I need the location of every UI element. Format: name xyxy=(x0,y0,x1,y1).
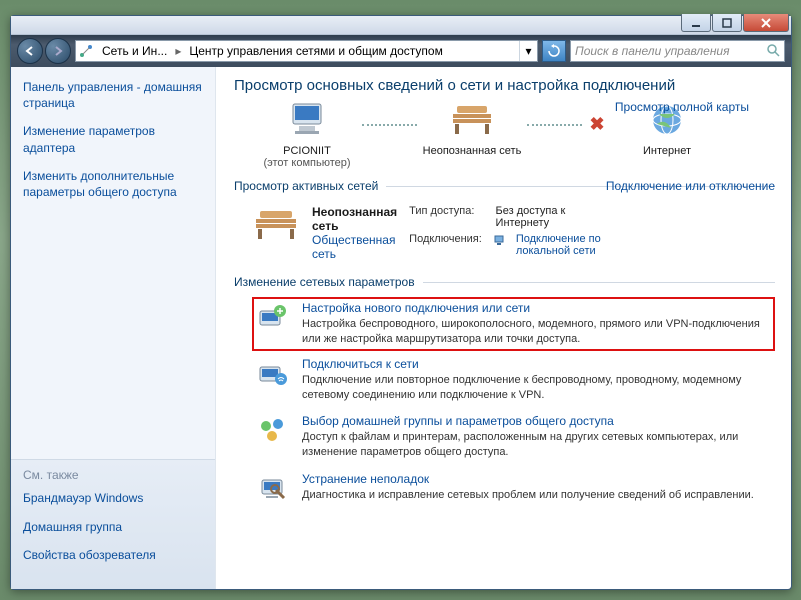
refresh-button[interactable] xyxy=(542,40,566,62)
access-type-label: Тип доступа: xyxy=(409,205,485,229)
address-bar: Сеть и Ин... ▸ Центр управления сетями и… xyxy=(11,35,791,67)
task-desc: Настройка беспроводного, широкополосного… xyxy=(302,317,771,347)
forward-button[interactable] xyxy=(45,38,71,64)
sidebar-link-internet-options[interactable]: Свойства обозревателя xyxy=(23,547,203,563)
node-pc-sub: (этот компьютер) xyxy=(252,157,362,169)
breadcrumb[interactable]: Сеть и Ин... ▸ Центр управления сетями и… xyxy=(75,40,538,62)
bench-icon xyxy=(417,100,527,143)
lan-icon xyxy=(492,233,506,257)
change-settings-header: Изменение сетевых параметров xyxy=(234,275,775,289)
connection-blocked-icon: ✖ xyxy=(582,114,612,135)
sidebar-item-home[interactable]: Панель управления - домашняя страница xyxy=(23,79,203,111)
chevron-right-icon[interactable]: ▸ xyxy=(173,44,183,58)
homegroup-icon xyxy=(256,414,290,448)
maximize-button[interactable] xyxy=(712,14,742,32)
task-desc: Доступ к файлам и принтерам, расположенн… xyxy=(302,430,771,460)
computer-icon xyxy=(252,100,362,143)
active-network-type[interactable]: Общественная сеть xyxy=(312,233,395,261)
minimize-button[interactable] xyxy=(681,14,711,32)
node-net-label: Неопознанная сеть xyxy=(417,145,527,157)
task-new-connection[interactable]: Настройка нового подключения или сети На… xyxy=(252,297,775,351)
sidebar-item-sharing-settings[interactable]: Изменить дополнительные параметры общего… xyxy=(23,168,203,200)
task-desc: Диагностика и исправление сетевых пробле… xyxy=(302,488,754,503)
page-title: Просмотр основных сведений о сети и наст… xyxy=(234,77,775,94)
see-also-header: См. также xyxy=(23,468,203,482)
task-title[interactable]: Выбор домашней группы и параметров общег… xyxy=(302,414,771,428)
breadcrumb-dropdown[interactable]: ▾ xyxy=(519,41,537,61)
connect-disconnect-link[interactable]: Подключение или отключение xyxy=(606,179,775,193)
connections-value[interactable]: Подключение по локальной сети xyxy=(516,233,603,257)
active-network-icon xyxy=(252,205,300,245)
node-internet-label: Интернет xyxy=(612,145,722,157)
sidebar-link-homegroup[interactable]: Домашняя группа xyxy=(23,519,203,535)
close-button[interactable] xyxy=(743,14,789,32)
connections-label: Подключения: xyxy=(409,233,482,257)
troubleshoot-icon xyxy=(256,472,290,506)
window-frame: Сеть и Ин... ▸ Центр управления сетями и… xyxy=(10,15,792,590)
task-title[interactable]: Устранение неполадок xyxy=(302,472,754,486)
task-title[interactable]: Настройка нового подключения или сети xyxy=(302,301,771,315)
titlebar[interactable] xyxy=(11,16,791,35)
node-pc-label: PCIONIIT xyxy=(252,145,362,157)
sidebar: Панель управления - домашняя страница Из… xyxy=(11,67,216,589)
connection-line-2 xyxy=(527,124,582,126)
breadcrumb-seg-2[interactable]: Центр управления сетями и общим доступом xyxy=(183,44,449,58)
back-button[interactable] xyxy=(17,38,43,64)
sidebar-item-adapter-settings[interactable]: Изменение параметров адаптера xyxy=(23,123,203,155)
new-connection-icon xyxy=(256,301,290,335)
main-content: Просмотр основных сведений о сети и наст… xyxy=(216,67,791,589)
task-homegroup[interactable]: Выбор домашней группы и параметров общег… xyxy=(252,408,775,466)
task-troubleshoot[interactable]: Устранение неполадок Диагностика и испра… xyxy=(252,466,775,512)
search-input[interactable]: Поиск в панели управления xyxy=(570,40,785,62)
sidebar-link-firewall[interactable]: Брандмауэр Windows xyxy=(23,490,203,506)
breadcrumb-seg-1[interactable]: Сеть и Ин... xyxy=(96,44,173,58)
connect-network-icon xyxy=(256,357,290,391)
search-placeholder: Поиск в панели управления xyxy=(575,44,730,58)
access-type-value: Без доступа к Интернету xyxy=(496,205,603,229)
connection-line xyxy=(362,124,417,126)
search-icon xyxy=(766,43,780,60)
network-center-icon xyxy=(76,43,96,59)
window-controls xyxy=(680,14,789,32)
active-network-name: Неопознанная сеть xyxy=(312,205,397,233)
task-title[interactable]: Подключиться к сети xyxy=(302,357,771,371)
full-map-link[interactable]: Просмотр полной карты xyxy=(615,100,749,114)
task-connect-network[interactable]: Подключиться к сети Подключение или повт… xyxy=(252,351,775,409)
task-desc: Подключение или повторное подключение к … xyxy=(302,373,771,403)
